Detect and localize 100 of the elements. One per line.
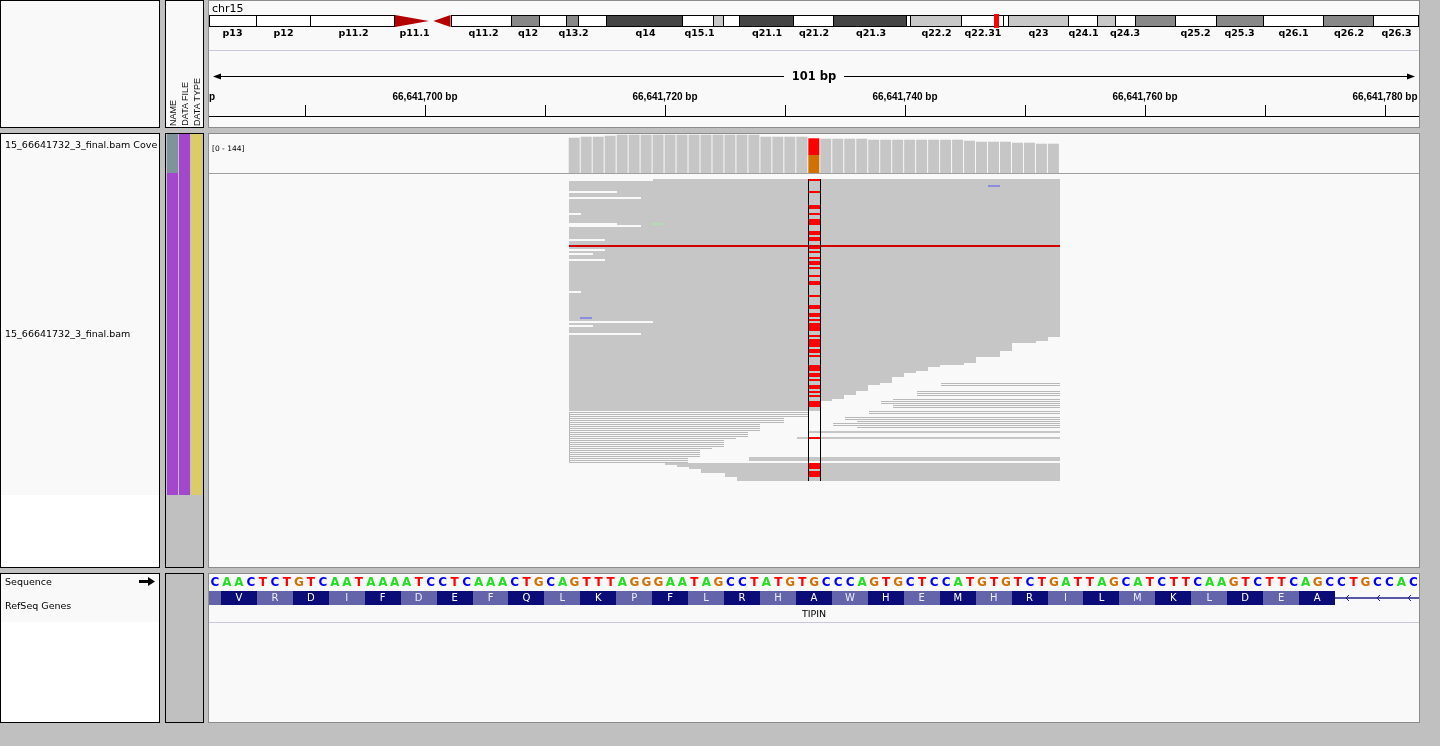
band-label: q26.1 [1278,27,1309,39]
sequence-base: T [1084,575,1095,589]
amino-acid: D [292,591,329,605]
sequence-base: A [496,575,509,589]
amino-acid: R [1011,591,1048,605]
band-label: p11.1 [399,27,430,39]
sequence-base: T [964,575,976,589]
amino-acid: K [580,591,617,605]
band-label: q25.3 [1224,27,1255,39]
band-label: q23 [1028,27,1049,39]
amino-acid: R [724,591,761,605]
sequence-base: C [940,575,952,589]
amino-acid: M [939,591,976,605]
sequence-base: A [485,575,497,589]
amino-acid: K [1155,591,1192,605]
sequence-base: A [952,575,964,589]
amino-acid: A [796,591,832,605]
right-arrow-icon[interactable] [139,577,155,586]
sequence-base: T [749,575,760,589]
sequence-base: C [437,575,449,589]
sequence-base: T [305,575,316,589]
sequence-base: C [844,575,856,589]
track-name[interactable]: Sequence [5,575,52,588]
sequence-base: A [341,575,353,589]
amino-acid: E [436,591,473,605]
sequence-base: C [425,575,437,589]
sequence-base: A [401,575,413,589]
band-label: q21.3 [855,27,887,39]
sequence-base: T [1264,575,1275,589]
sequence-base: C [509,575,520,589]
sequence-base: C [1372,575,1383,589]
sequence-base: C [1192,575,1204,589]
sequence-base: C [736,575,748,589]
sequence-base: C [1324,575,1335,589]
amino-acid: Q [508,591,545,605]
band-label: q21.1 [751,27,783,39]
sequence-base: T [257,575,268,589]
sequence-base: C [928,575,940,589]
sequence-base: A [616,575,629,589]
ruler-tick-label: 66,641,780 bp [1352,91,1418,103]
sequence-base: T [916,575,928,589]
sequence-base: T [1072,575,1083,589]
attribute-column-label[interactable]: NAME [167,100,179,126]
sequence-base: C [245,575,257,589]
sequence-base: C [1384,575,1395,589]
band-label: q26.2 [1333,27,1365,39]
sequence-base: T [1036,575,1047,589]
sequence-base: A [700,575,712,589]
attribute-column-label[interactable]: DATA TYPE [191,78,203,126]
track-name[interactable]: 15_66641732_3_final.bam [5,328,131,340]
sequence-base: A [1096,575,1108,589]
sequence-base: G [568,575,581,589]
sequence-base: T [593,575,604,589]
sequence-base: A [473,575,485,589]
sequence-base: A [676,575,689,589]
attribute-column-label[interactable]: DATA FILE [179,82,191,126]
band-label: q11.2 [468,27,499,39]
sequence-base: G [292,575,305,589]
sequence-base: T [1168,575,1179,589]
sequence-base: T [1144,575,1155,589]
sequence-base: C [820,575,832,589]
amino-acid: A [1299,591,1336,605]
band-label: p11.2 [338,27,369,39]
band-label: q12 [518,27,538,39]
sequence-base: C [461,575,473,589]
sequence-base: A [760,575,772,589]
sequence-base: A [1395,575,1408,589]
sequence-base: A [1132,575,1144,589]
sequence-base: T [988,575,1000,589]
sequence-base: T [1348,575,1359,589]
sequence-base: T [881,575,892,589]
sequence-base: G [532,575,545,589]
sequence-base: A [856,575,868,589]
sequence-base: T [281,575,292,589]
amino-acid: D [1227,591,1264,605]
sequence-base: C [317,575,329,589]
sequence-base: G [1311,575,1324,589]
sequence-base: C [832,575,844,589]
sequence-base: C [724,575,736,589]
ruler-tick-label: 66,641,760 bp [1112,91,1178,103]
sequence-base: T [773,575,784,589]
band-label: q13.2 [558,27,589,39]
ruler-tick-label: 66,641,700 bp [392,91,458,103]
sequence-base: C [1156,575,1168,589]
band-label: q22.2 [921,27,952,39]
sequence-base: T [449,575,460,589]
sequence-base: T [605,575,616,589]
sequence-base: T [1012,575,1024,589]
sequence-base: G [640,575,653,589]
sequence-base: A [1299,575,1312,589]
band-label: p13 [222,27,243,39]
band-label: q24.3 [1109,27,1141,39]
sequence-base: A [233,575,245,589]
sequence-base: T [797,575,808,589]
sequence-base: G [808,575,821,589]
track-name[interactable]: RefSeq Genes [5,599,72,612]
sequence-base: T [521,575,532,589]
sequence-base: A [221,575,233,589]
sequence-base: A [664,575,677,589]
sequence-base: G [1107,575,1120,589]
